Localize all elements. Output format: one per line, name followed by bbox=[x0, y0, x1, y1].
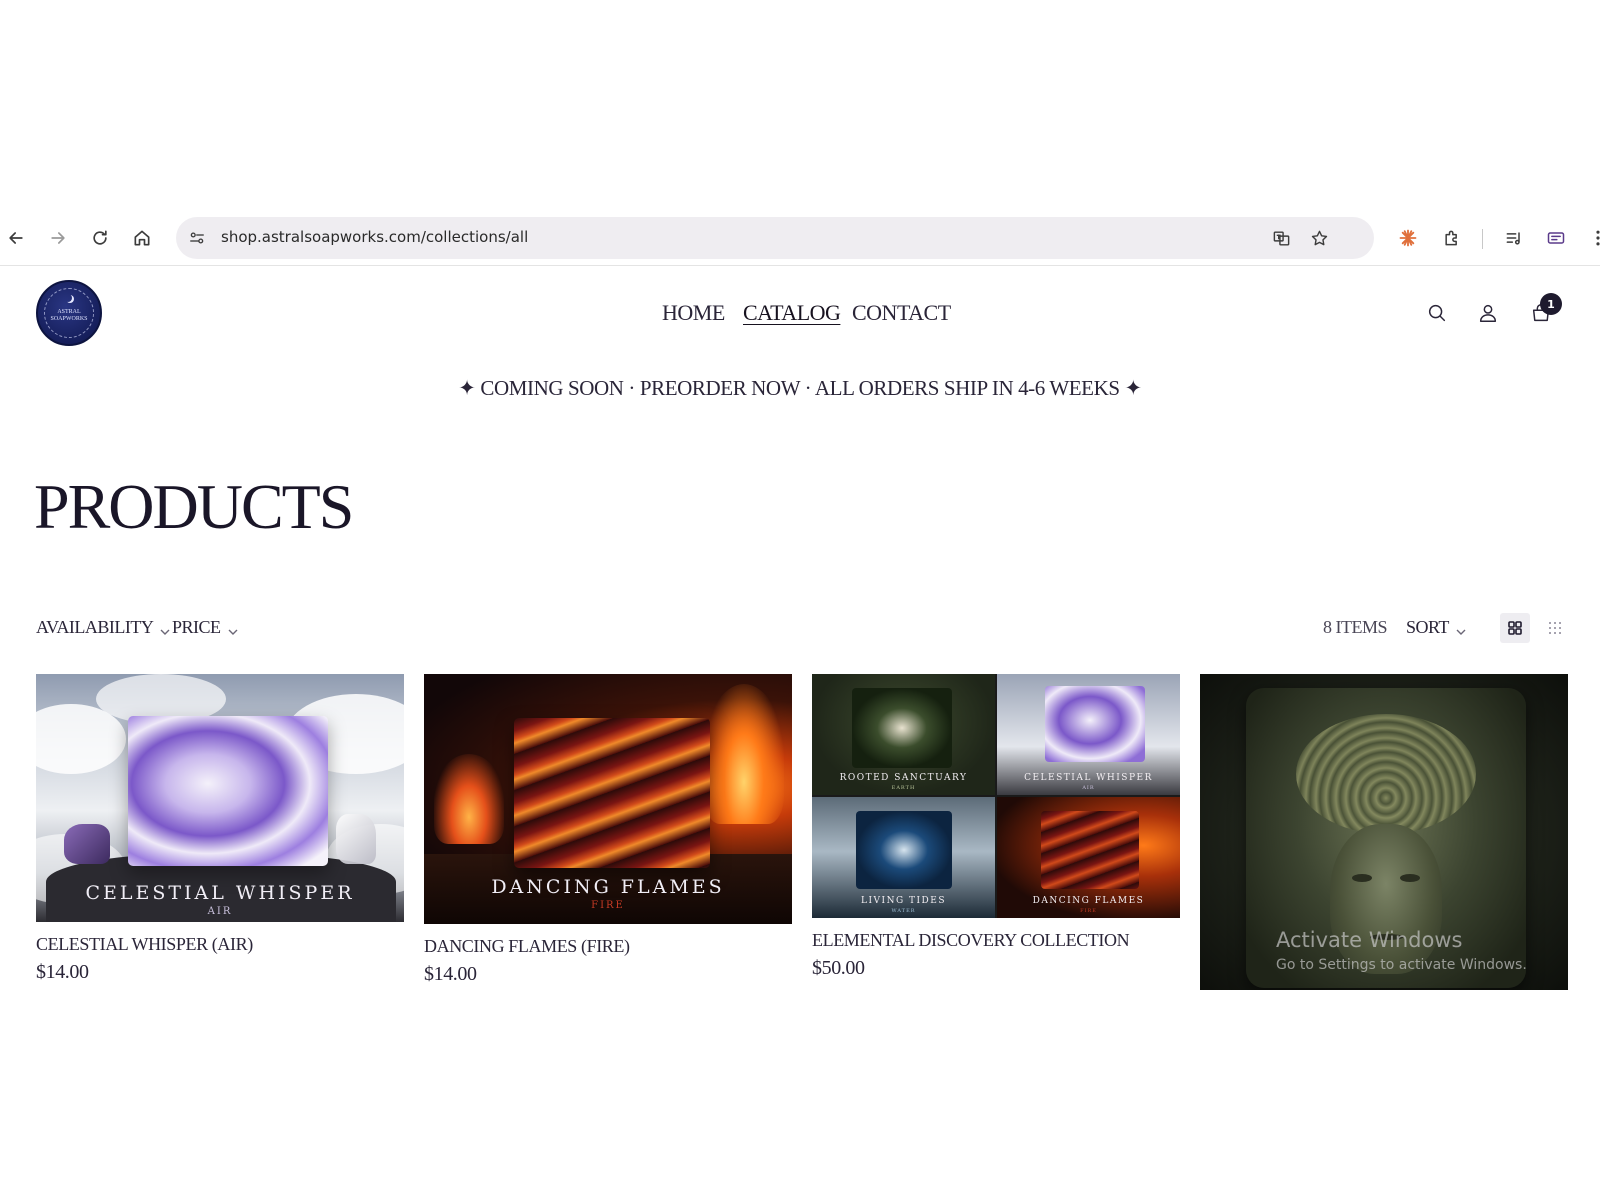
filter-price[interactable]: PRICE bbox=[172, 617, 239, 638]
grid-view-large-button[interactable] bbox=[1500, 613, 1530, 643]
grid-2x2-icon bbox=[1508, 621, 1522, 635]
product-card[interactable]: Activate Windows Go to Settings to activ… bbox=[1200, 674, 1568, 990]
collection-tile-air: CELESTIAL WHISPER AIR bbox=[997, 674, 1180, 795]
item-count: 8 ITEMS bbox=[1323, 617, 1388, 637]
product-card[interactable]: CELESTIAL WHISPER AIR CELESTIAL WHISPER … bbox=[36, 674, 404, 984]
tile-subcaption: EARTH bbox=[891, 785, 916, 791]
search-icon[interactable] bbox=[1424, 300, 1450, 326]
tile-caption: CELESTIAL WHISPER bbox=[1024, 773, 1153, 783]
home-icon[interactable] bbox=[130, 226, 154, 250]
product-image-medusa-soap[interactable]: Activate Windows Go to Settings to activ… bbox=[1200, 674, 1568, 990]
product-title[interactable]: DANCING FLAMES (FIRE) bbox=[424, 936, 792, 957]
product-price: $14.00 bbox=[36, 961, 89, 983]
image-subcaption: AIR bbox=[207, 906, 233, 917]
cart-count-badge: 1 bbox=[1540, 293, 1562, 315]
back-arrow-icon[interactable] bbox=[4, 226, 28, 250]
product-card[interactable]: ROOTED SANCTUARY EARTH CELESTIAL WHISPER… bbox=[812, 674, 1180, 980]
windows-activation-hint: Go to Settings to activate Windows. bbox=[1276, 957, 1527, 973]
filter-availability[interactable]: AVAILABILITY bbox=[36, 617, 171, 638]
tile-subcaption: AIR bbox=[1082, 785, 1095, 791]
product-price: $14.00 bbox=[424, 963, 477, 985]
profile-avatar-icon[interactable] bbox=[1544, 226, 1568, 250]
nav-home[interactable]: HOME bbox=[662, 300, 725, 326]
tile-subcaption: FIRE bbox=[1080, 908, 1097, 914]
collection-tile-earth: ROOTED SANCTUARY EARTH bbox=[812, 674, 995, 795]
windows-activation-watermark: Activate Windows bbox=[1276, 928, 1463, 952]
chevron-down-icon bbox=[159, 622, 171, 635]
announcement-bar: ✦ COMING SOON · PREORDER NOW · ALL ORDER… bbox=[458, 376, 1142, 400]
page-title: PRODUCTS bbox=[34, 471, 354, 542]
collection-tile-fire: DANCING FLAMES FIRE bbox=[997, 797, 1180, 918]
product-image-elemental-collection[interactable]: ROOTED SANCTUARY EARTH CELESTIAL WHISPER… bbox=[812, 674, 1180, 918]
reload-icon[interactable] bbox=[88, 226, 112, 250]
address-bar[interactable]: shop.astralsoapworks.com/collections/all bbox=[176, 217, 1374, 259]
tile-subcaption: WATER bbox=[891, 908, 916, 914]
filter-label: AVAILABILITY bbox=[36, 617, 154, 637]
tile-caption: ROOTED SANCTUARY bbox=[839, 773, 968, 783]
tile-caption: LIVING TIDES bbox=[860, 896, 947, 906]
image-caption: DANCING FLAMES bbox=[491, 876, 725, 898]
product-title[interactable]: ELEMENTAL DISCOVERY COLLECTION bbox=[812, 930, 1180, 951]
media-queue-icon[interactable] bbox=[1502, 226, 1526, 250]
browser-toolbar: shop.astralsoapworks.com/collections/all bbox=[0, 212, 1600, 266]
serpent-hair bbox=[1296, 714, 1476, 834]
claude-extension-icon[interactable] bbox=[1396, 226, 1420, 250]
site-settings-icon[interactable] bbox=[186, 227, 208, 249]
product-image-celestial-whisper[interactable]: CELESTIAL WHISPER AIR bbox=[36, 674, 404, 922]
bookmark-star-icon[interactable] bbox=[1308, 227, 1330, 249]
account-icon[interactable] bbox=[1475, 300, 1501, 326]
filter-label: PRICE bbox=[172, 617, 221, 637]
sort-label: SORT bbox=[1406, 617, 1449, 637]
nav-contact[interactable]: CONTACT bbox=[852, 300, 951, 326]
image-caption: CELESTIAL WHISPER bbox=[85, 882, 355, 904]
sort-dropdown[interactable]: SORT bbox=[1406, 617, 1467, 638]
product-card[interactable]: DANCING FLAMES FIRE DANCING FLAMES (FIRE… bbox=[424, 674, 792, 986]
chevron-down-icon bbox=[1455, 622, 1467, 635]
translate-icon[interactable] bbox=[1270, 227, 1292, 249]
product-price: $50.00 bbox=[812, 957, 865, 979]
grid-view-small-button[interactable] bbox=[1540, 613, 1570, 643]
product-title[interactable]: CELESTIAL WHISPER (AIR) bbox=[36, 934, 404, 955]
extensions-puzzle-icon[interactable] bbox=[1440, 226, 1464, 250]
collection-tile-water: LIVING TIDES WATER bbox=[812, 797, 995, 918]
browser-menu-icon[interactable] bbox=[1586, 226, 1600, 250]
product-image-dancing-flames[interactable]: DANCING FLAMES FIRE bbox=[424, 674, 792, 924]
tile-caption: DANCING FLAMES bbox=[1032, 896, 1145, 906]
image-subcaption: FIRE bbox=[591, 900, 625, 911]
grid-dots-icon bbox=[1549, 622, 1561, 634]
forward-arrow-icon[interactable] bbox=[46, 226, 70, 250]
main-navigation: HOME CATALOG CONTACT bbox=[0, 300, 1600, 330]
chevron-down-icon bbox=[227, 622, 239, 635]
url-text[interactable]: shop.astralsoapworks.com/collections/all bbox=[221, 228, 528, 246]
nav-catalog[interactable]: CATALOG bbox=[743, 300, 841, 326]
